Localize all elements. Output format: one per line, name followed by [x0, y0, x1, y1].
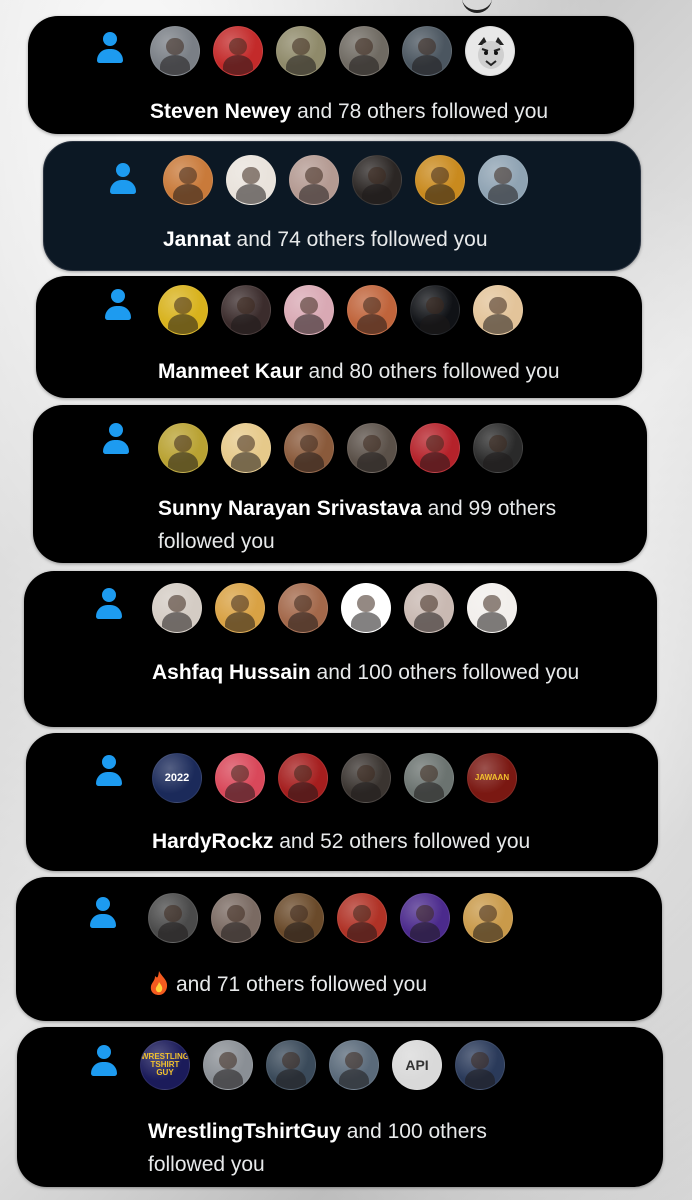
wrestling-logo-icon[interactable]: WRESTLING TSHIRT GUY [140, 1040, 190, 1090]
follow-count-text: and 78 others followed you [291, 100, 549, 123]
follower-name[interactable]: Ashfaq Hussain [152, 661, 311, 684]
follower-avatar[interactable] [347, 285, 397, 335]
follower-avatar[interactable] [467, 583, 517, 633]
follower-avatar[interactable] [341, 583, 391, 633]
follow-count-text: and 100 others followed you [310, 661, 580, 684]
follower-avatar[interactable] [463, 893, 513, 943]
follow-message: Manmeet Kaur and 80 others followed you [158, 355, 628, 388]
follower-avatar[interactable] [163, 155, 213, 205]
follow-count-text: and 52 others followed you [273, 830, 531, 853]
follower-avatar[interactable] [402, 26, 452, 76]
follower-avatar[interactable] [148, 893, 198, 943]
person-icon [95, 32, 125, 66]
follower-avatar[interactable] [215, 753, 265, 803]
follower-avatar[interactable] [158, 423, 208, 473]
follower-avatar[interactable] [455, 1040, 505, 1090]
follower-avatar[interactable] [215, 583, 265, 633]
follow-message: HardyRockz and 52 others followed you [152, 825, 622, 858]
follower-avatar[interactable] [276, 26, 326, 76]
follow-message: Sunny Narayan Srivastava and 99 others f… [158, 492, 618, 558]
follower-avatar[interactable] [415, 155, 465, 205]
avatar-logo-text: API [405, 1057, 429, 1073]
follower-avatar[interactable] [337, 893, 387, 943]
follower-avatar[interactable] [284, 423, 334, 473]
follower-avatar[interactable] [404, 753, 454, 803]
follow-count-text: and 74 others followed you [230, 228, 488, 251]
follower-avatar[interactable] [478, 155, 528, 205]
follow-message: and 71 others followed you [148, 968, 628, 1001]
follower-avatar[interactable] [211, 893, 261, 943]
person-icon [103, 289, 133, 323]
follow-message: WrestlingTshirtGuy and 100 others follow… [148, 1115, 568, 1181]
follower-avatar[interactable] [158, 285, 208, 335]
person-icon [89, 1045, 119, 1079]
api-logo-icon[interactable]: API [392, 1040, 442, 1090]
follower-avatar[interactable] [404, 583, 454, 633]
person-icon [94, 755, 124, 789]
follower-avatar[interactable] [473, 285, 523, 335]
person-icon [101, 423, 131, 457]
follower-avatar[interactable] [352, 155, 402, 205]
follower-name[interactable]: WrestlingTshirtGuy [148, 1120, 341, 1143]
follow-count-text: and 80 others followed you [302, 360, 560, 383]
follower-name[interactable]: Steven Newey [150, 100, 291, 123]
follower-avatar[interactable] [339, 26, 389, 76]
follower-avatars [158, 285, 523, 335]
avatar-logo-text: WRESTLING TSHIRT GUY [141, 1052, 189, 1077]
person-icon [108, 163, 138, 197]
follower-avatars [163, 155, 528, 205]
follower-name[interactable]: Sunny Narayan Srivastava [158, 497, 422, 520]
follower-avatars [152, 583, 517, 633]
follower-avatar[interactable] [400, 893, 450, 943]
follower-avatar[interactable] [410, 423, 460, 473]
follower-avatar[interactable] [213, 26, 263, 76]
follower-avatar[interactable] [221, 285, 271, 335]
follow-count-text: and 71 others followed you [176, 973, 428, 996]
avatar-logo-text: JAWAAN [474, 773, 510, 782]
follower-avatar[interactable] [473, 423, 523, 473]
avatar-logo-text: 2022 [164, 771, 190, 784]
follower-avatars [148, 893, 513, 943]
new-year-icon[interactable]: 2022 [152, 753, 202, 803]
tiger-icon[interactable] [465, 26, 515, 76]
follower-avatars [158, 423, 523, 473]
follow-message: Jannat and 74 others followed you [163, 223, 623, 256]
follower-avatar[interactable] [203, 1040, 253, 1090]
follower-avatar[interactable] [289, 155, 339, 205]
follower-avatar[interactable] [226, 155, 276, 205]
follower-name[interactable]: Manmeet Kaur [158, 360, 303, 383]
follower-avatar[interactable] [410, 285, 460, 335]
follower-avatars [150, 26, 515, 76]
follower-avatars: WRESTLING TSHIRT GUY API [140, 1040, 505, 1090]
follower-avatar[interactable] [278, 583, 328, 633]
follower-avatar[interactable] [221, 423, 271, 473]
follower-avatar[interactable] [152, 583, 202, 633]
follower-avatar[interactable] [266, 1040, 316, 1090]
follower-avatar[interactable] [278, 753, 328, 803]
person-icon [88, 897, 118, 931]
follower-avatar[interactable] [347, 423, 397, 473]
follow-message: Ashfaq Hussain and 100 others followed y… [152, 656, 622, 689]
follower-avatar[interactable] [274, 893, 324, 943]
follower-avatar[interactable] [284, 285, 334, 335]
follower-avatars: 2022 JAWAAN [152, 753, 517, 803]
fire-emoji-icon [148, 971, 176, 996]
follower-avatar[interactable] [329, 1040, 379, 1090]
follower-avatar[interactable] [341, 753, 391, 803]
follower-name[interactable]: Jannat [163, 228, 231, 251]
person-icon [94, 588, 124, 622]
follow-message: Steven Newey and 78 others followed you [150, 95, 610, 128]
follower-name[interactable]: HardyRockz [152, 830, 273, 853]
movie-poster-icon[interactable]: JAWAAN [467, 753, 517, 803]
follower-avatar[interactable] [150, 26, 200, 76]
top-text-fragment [462, 0, 492, 13]
